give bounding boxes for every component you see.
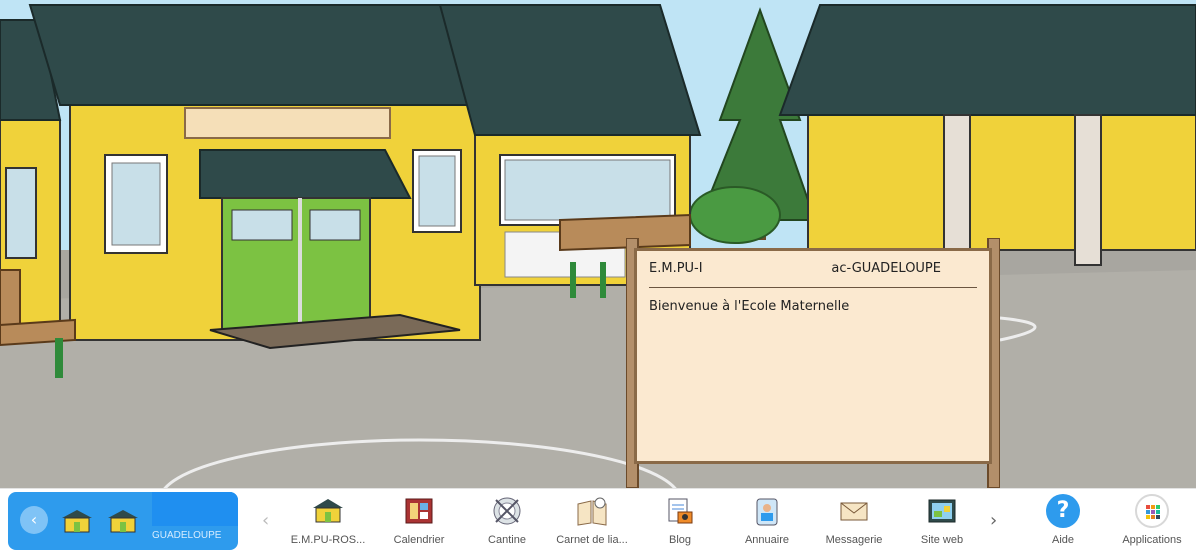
app-label: Carnet de lia... <box>556 534 628 546</box>
app-label: E.M.PU-ROS... <box>290 534 366 546</box>
cantine-icon <box>493 497 521 525</box>
app-directory[interactable]: Annuaire <box>725 494 809 550</box>
school-yard-illustration <box>0 0 1196 488</box>
school-icon <box>313 499 343 523</box>
app-website[interactable]: Site web <box>900 494 984 550</box>
app-calendar[interactable]: Calendrier <box>377 494 461 550</box>
board-right-title: ac-GUADELOUPE <box>831 261 941 276</box>
board-message: Bienvenue à l'Ecole Maternelle <box>649 299 850 314</box>
app-cantine[interactable]: Cantine <box>465 494 549 550</box>
blog-icon <box>668 498 693 524</box>
app-label: Site web <box>920 534 964 546</box>
school-tag <box>152 492 238 526</box>
app-notebook[interactable]: Carnet de lia... <box>550 494 634 550</box>
app-school[interactable]: E.M.PU-ROS... <box>286 494 370 550</box>
chevron-left-icon[interactable]: ‹ <box>20 506 48 534</box>
website-icon <box>928 499 956 523</box>
current-school-panel[interactable]: ‹ GUADELOUPE <box>8 492 238 550</box>
board-left-title: E.M.PU-I <box>649 261 703 276</box>
app-label: Blog <box>668 534 692 546</box>
school-icon[interactable] <box>60 508 94 534</box>
nav-prev-arrow[interactable]: ‹ <box>262 510 269 531</box>
school-icon[interactable] <box>106 508 140 534</box>
app-blog[interactable]: Blog <box>638 494 722 550</box>
school-scene <box>0 0 1196 488</box>
applications-label: Applications <box>1122 534 1182 546</box>
nav-next-arrow[interactable]: › <box>990 510 997 531</box>
app-label: Cantine <box>488 534 526 546</box>
app-label: Messagerie <box>825 534 883 546</box>
board-header: E.M.PU-I ac-GUADELOUPE <box>649 261 977 288</box>
app-label: Calendrier <box>393 534 445 546</box>
help-label: Aide <box>1051 534 1075 546</box>
app-mail[interactable]: Messagerie <box>812 494 896 550</box>
notebook-icon <box>577 497 607 526</box>
app-label: Annuaire <box>744 534 790 546</box>
board-panel: E.M.PU-I ac-GUADELOUPE Bienvenue à l'Eco… <box>634 248 992 464</box>
calendar-icon <box>405 498 433 524</box>
app-applications[interactable]: Applications <box>1110 494 1194 550</box>
current-school-label: GUADELOUPE <box>152 530 222 541</box>
welcome-board: E.M.PU-I ac-GUADELOUPE Bienvenue à l'Eco… <box>626 238 1000 488</box>
app-help[interactable]: Aide <box>1021 494 1105 550</box>
mail-icon <box>840 502 868 521</box>
directory-icon <box>756 498 778 526</box>
